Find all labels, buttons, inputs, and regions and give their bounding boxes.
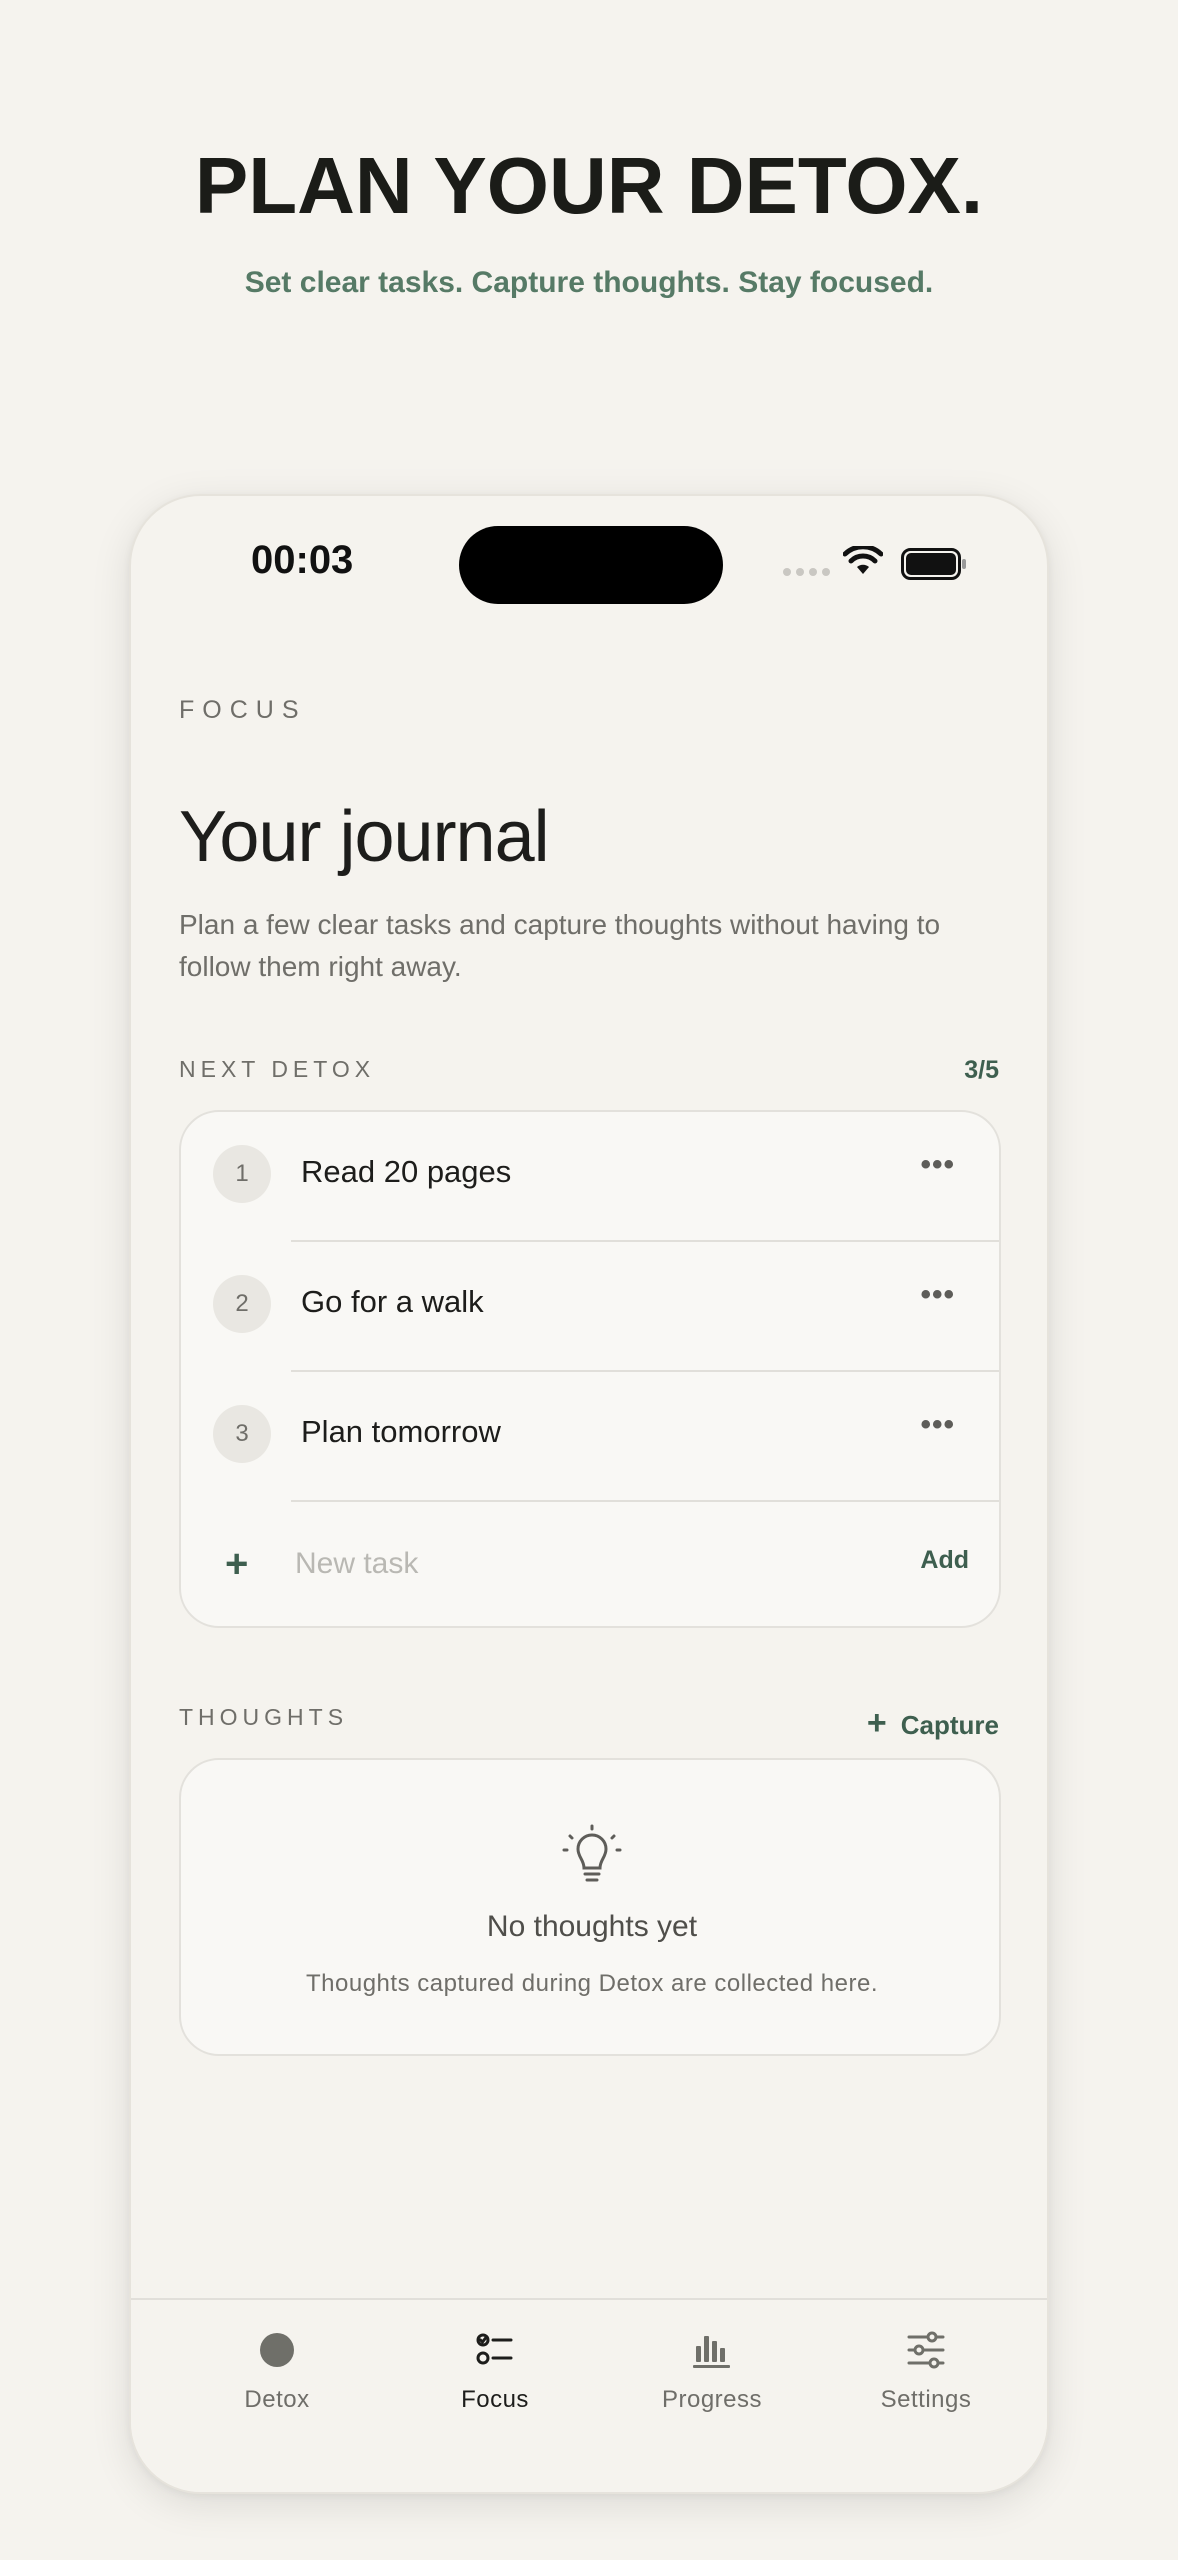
task-row[interactable]: 3 Plan tomorrow •••: [181, 1372, 999, 1502]
task-number-badge: 1: [213, 1145, 271, 1203]
task-row[interactable]: 1 Read 20 pages •••: [181, 1112, 999, 1242]
sliders-icon: [907, 2331, 945, 2369]
add-task-button[interactable]: Add: [920, 1546, 969, 1575]
plus-icon: +: [866, 1704, 887, 1742]
tab-label: Progress: [661, 2386, 763, 2413]
task-label: Plan tomorrow: [301, 1414, 501, 1449]
phone-frame: 00:03 FOCUS Your journal Plan a few clea…: [129, 494, 1049, 2494]
plus-icon: +: [225, 1542, 249, 1586]
tab-settings[interactable]: Settings: [836, 2328, 1016, 2448]
tab-detox[interactable]: Detox: [187, 2328, 367, 2448]
task-label: Go for a walk: [301, 1284, 484, 1319]
tab-bar: Detox Focus Progress Settings: [131, 2298, 1047, 2492]
task-counter: 3/5: [964, 1056, 999, 1084]
hero-title: PLAN YOUR DETOX.: [194, 141, 984, 230]
thoughts-empty-card: No thoughts yet Thoughts captured during…: [179, 1758, 1001, 2056]
tab-focus[interactable]: Focus: [405, 2328, 585, 2448]
battery-icon: [901, 548, 966, 580]
tab-label: Detox: [244, 2386, 310, 2413]
bar-chart-icon: [693, 2336, 730, 2368]
more-options-icon[interactable]: •••: [920, 1148, 955, 1182]
section-overline: FOCUS: [179, 696, 307, 724]
empty-state-title: No thoughts yet: [486, 1910, 698, 1943]
thoughts-label: THOUGHTS: [179, 1704, 349, 1730]
empty-state-description: Thoughts captured during Detox are colle…: [306, 1970, 878, 1997]
page-title: Your journal: [179, 797, 550, 877]
hero-subtitle: Set clear tasks. Capture thoughts. Stay …: [244, 266, 934, 299]
circle-icon: [260, 2333, 294, 2367]
new-task-input[interactable]: [293, 1538, 857, 1590]
tab-label: Settings: [880, 2386, 972, 2413]
dynamic-island: [459, 526, 723, 604]
page-description: Plan a few clear tasks and capture thoug…: [179, 909, 941, 982]
task-row[interactable]: 2 Go for a walk •••: [181, 1242, 999, 1372]
checklist-icon: [476, 2333, 513, 2365]
tab-label: Focus: [461, 2386, 529, 2413]
cellular-signal-icon: [783, 568, 830, 576]
new-task-row: + Add: [181, 1502, 999, 1626]
task-number-badge: 2: [213, 1275, 271, 1333]
task-list-card: 1 Read 20 pages ••• 2 Go for a walk ••• …: [179, 1110, 1001, 1628]
tab-progress[interactable]: Progress: [622, 2328, 802, 2448]
task-number-badge: 3: [213, 1405, 271, 1463]
next-detox-label: NEXT DETOX: [179, 1056, 376, 1082]
task-label: Read 20 pages: [301, 1154, 512, 1189]
capture-thought-button[interactable]: + Capture: [867, 1704, 999, 1743]
more-options-icon[interactable]: •••: [920, 1278, 955, 1312]
wifi-icon: [843, 546, 883, 574]
capture-label: Capture: [900, 1710, 999, 1740]
status-time: 00:03: [251, 538, 354, 582]
lightbulb-icon: [562, 1824, 622, 1882]
more-options-icon[interactable]: •••: [920, 1408, 955, 1442]
